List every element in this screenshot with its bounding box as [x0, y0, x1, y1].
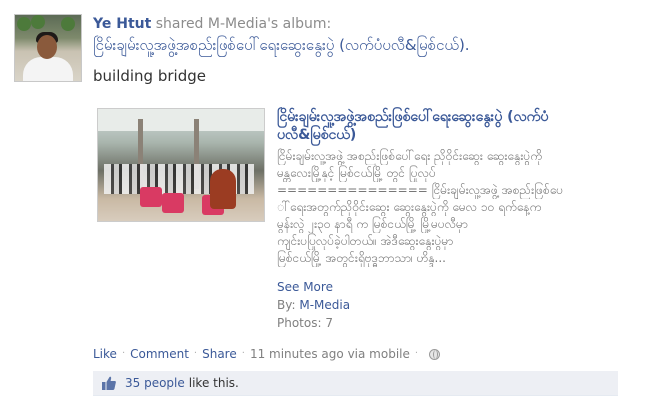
attachment-description: ငြိမ်းချမ်းလူ့အဖွဲ့ အစည်းဖြစ်ပေါ်ရေး ညှိ… [277, 148, 577, 267]
album-thumbnail[interactable] [97, 108, 265, 222]
author-name[interactable]: Ye Htut [93, 16, 151, 32]
separator-dot: · [121, 348, 126, 359]
description-line: ကျင်းပပြုလုပ်ခဲ့ပါတယ်။ အဲဒီဆွေးနွေးပွဲမှ… [277, 234, 454, 248]
photos-count-row: Photos: 7 [277, 315, 333, 332]
share-link[interactable]: Share [202, 346, 237, 362]
photos-count: 7 [325, 316, 333, 330]
separator-dot: · [241, 348, 245, 359]
story-action-bar: Like · Comment · Share · 11 minutes ago … [93, 346, 441, 362]
shared-action-text: shared M-Media's album: [155, 16, 332, 32]
likes-suffix: like this. [188, 376, 239, 390]
likes-box: 35 people like this. [93, 371, 618, 396]
story-header: Ye Htut shared M-Media's album: [93, 15, 331, 34]
post-message: building bridge [93, 67, 206, 85]
by-author-link[interactable]: M-Media [299, 298, 350, 312]
author-avatar[interactable] [14, 14, 82, 82]
thumbs-up-icon [102, 376, 116, 390]
like-link[interactable]: Like [93, 346, 117, 362]
photos-label: Photos: [277, 316, 322, 330]
album-link[interactable]: ငြိမ်းချမ်းလူ့အဖွဲ့အစည်းဖြစ်ပေါ်ရေးဆွေးန… [93, 35, 470, 55]
attachment-by: By: M-Media [277, 297, 350, 314]
description-line: မွန်းလွဲ ၂း၃၀ နာရီ က မြစ်ငယ်မြို့ မြို့မ… [277, 217, 468, 231]
likes-count-link[interactable]: 35 people [125, 376, 185, 390]
attachment-title[interactable]: ငြိမ်းချမ်းလူ့အဖွဲ့အစည်းဖြစ်ပေါ်ရေးဆွေးန… [277, 108, 577, 144]
comment-link[interactable]: Comment [130, 346, 189, 362]
description-line: =============== ငြိမ်းချမ်းလူ့အဖွဲ့ အစည်… [277, 183, 564, 197]
via-mobile: via mobile [347, 347, 410, 361]
see-more-link[interactable]: See More [277, 279, 333, 296]
description-line: ါ်ရေးအတွက်ညှိဝိုင်းဆွေး ဆွေးနွေးပွဲကို မ… [277, 200, 542, 214]
by-label: By: [277, 298, 296, 312]
description-line: မန္တလေးမြို့နှင့် မြစ်ငယ်မြို့ တွင် ပြုလ… [277, 166, 436, 180]
timestamp[interactable]: 11 minutes ago [250, 346, 344, 362]
description-line: မြစ်ငယ်မြို့ အတွင်းရှိဗုဒ္ဓဘာသာ၊ ဟိန္ဒ..… [277, 251, 446, 265]
globe-icon[interactable] [429, 348, 441, 360]
separator-dot: · [193, 348, 198, 359]
separator-dot: · [414, 348, 419, 359]
description-line: ငြိမ်းချမ်းလူ့အဖွဲ့ အစည်းဖြစ်ပေါ်ရေး ညှိ… [277, 149, 542, 163]
